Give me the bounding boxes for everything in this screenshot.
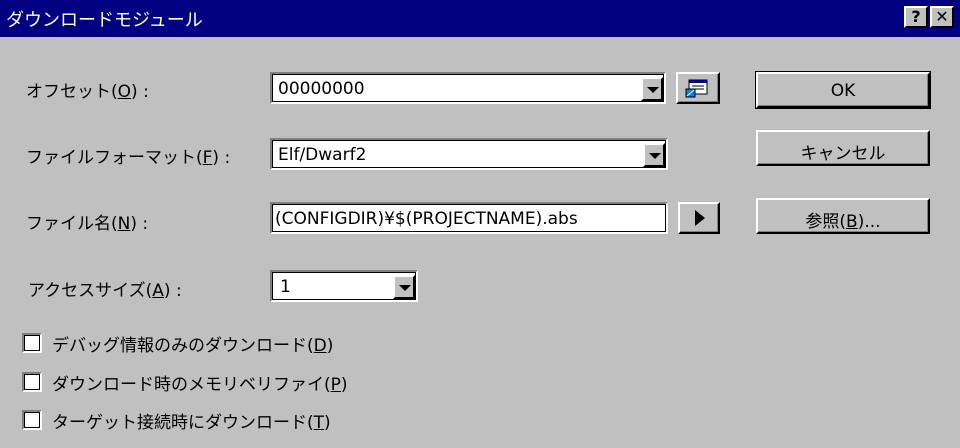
browse-button[interactable]: 参照(B)...	[756, 198, 930, 234]
right-arrow-icon	[695, 210, 705, 226]
file-name-value: (CONFIGDIR)¥$(PROJECTNAME).abs	[275, 209, 578, 229]
ok-button[interactable]: OK	[755, 71, 931, 109]
offset-value: 00000000	[278, 79, 365, 99]
access-size-value: 1	[280, 277, 291, 297]
cancel-button[interactable]: キャンセル	[756, 130, 930, 166]
file-name-menu-button[interactable]	[678, 202, 720, 234]
title-bar: ダウンロードモジュール ? ✕	[0, 0, 960, 37]
memory-verify-label[interactable]: ダウンロード時のメモリベリファイ(P)	[52, 370, 348, 395]
file-name-input[interactable]: (CONFIGDIR)¥$(PROJECTNAME).abs	[270, 202, 668, 234]
help-button[interactable]: ?	[904, 6, 928, 28]
download-on-connect-label[interactable]: ターゲット接続時にダウンロード(T)	[52, 408, 331, 433]
debug-info-only-label[interactable]: デバッグ情報のみのダウンロード(D)	[52, 331, 333, 356]
file-format-combobox[interactable]: Elf/Dwarf2	[270, 138, 668, 170]
file-format-label: ファイルフォーマット(F) :	[26, 148, 231, 168]
memory-map-icon	[685, 79, 708, 98]
access-size-combobox[interactable]: 1	[270, 270, 418, 302]
offset-combobox[interactable]: 00000000	[270, 72, 666, 104]
help-icon: ?	[911, 7, 921, 26]
access-size-dropdown-button[interactable]	[393, 275, 415, 299]
offset-picker-button[interactable]	[676, 72, 720, 104]
access-size-label: アクセスサイズ(A) :	[28, 281, 182, 301]
file-name-label: ファイル名(N) :	[26, 214, 149, 234]
debug-info-only-checkbox[interactable]	[22, 333, 42, 353]
window-title: ダウンロードモジュール	[6, 10, 203, 31]
close-button[interactable]: ✕	[930, 6, 954, 28]
offset-dropdown-button[interactable]	[641, 77, 663, 101]
download-on-connect-checkbox[interactable]	[22, 410, 42, 430]
offset-label: オフセット(O) :	[26, 82, 149, 102]
memory-verify-checkbox[interactable]	[22, 372, 42, 392]
close-icon: ✕	[935, 7, 949, 26]
file-format-dropdown-button[interactable]	[643, 143, 665, 167]
file-format-value: Elf/Dwarf2	[278, 145, 367, 165]
